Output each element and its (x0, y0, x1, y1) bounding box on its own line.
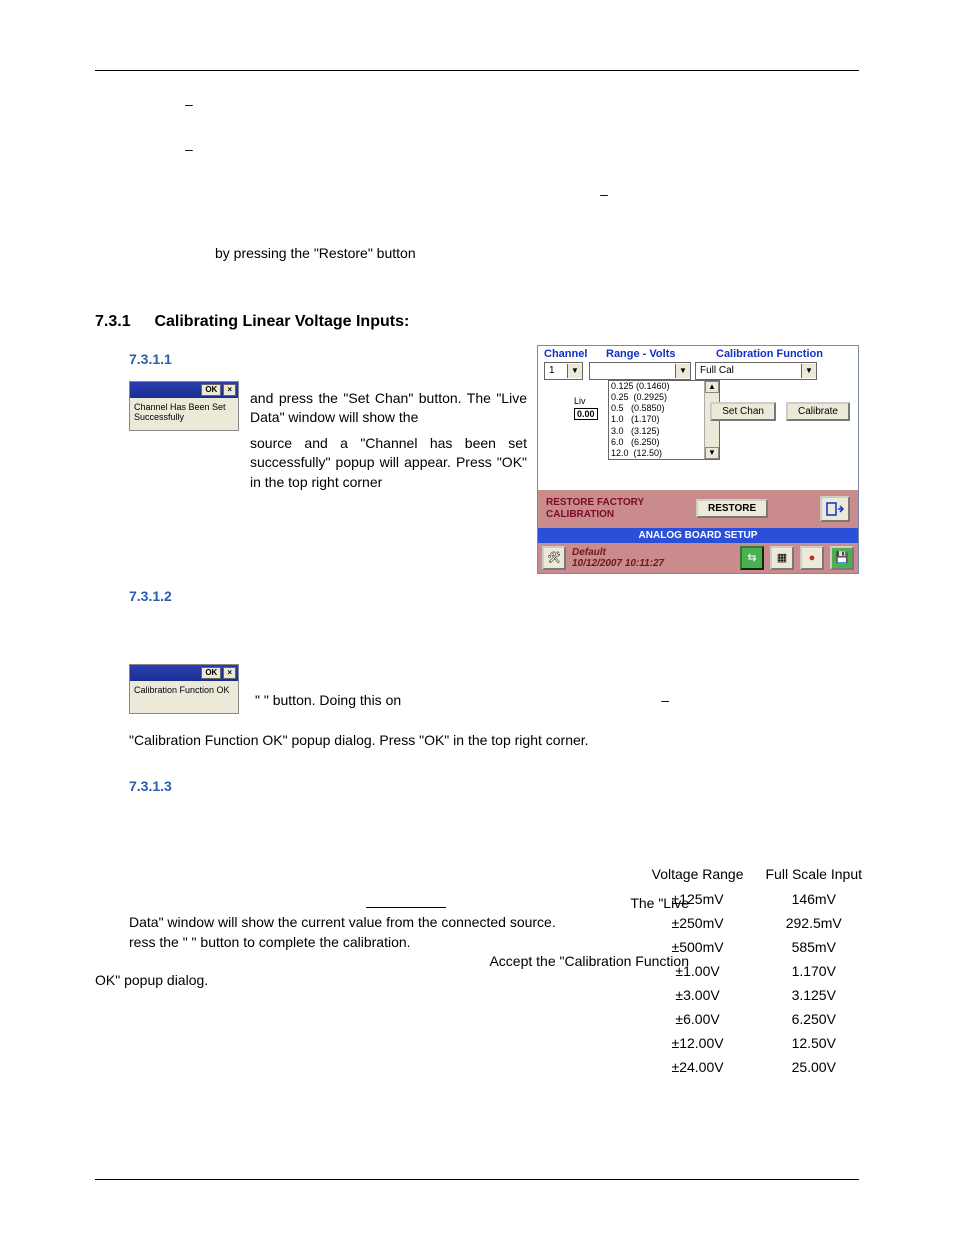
close-icon[interactable]: × (223, 667, 236, 679)
popup-set-success: OK × Channel Has Been Set Successfully (129, 381, 239, 431)
ok-button[interactable]: OK (201, 667, 221, 679)
step-text: "Calibration Function OK" popup dialog. … (129, 732, 859, 748)
channel-value: 1 (545, 365, 567, 376)
ok-icon[interactable]: ⇆ (740, 546, 764, 570)
bullet-dash: – (185, 96, 193, 112)
ok-button[interactable]: OK (201, 384, 221, 396)
tool-icon[interactable]: 🛠 (542, 546, 566, 570)
calibrate-button[interactable]: Calibrate (786, 402, 850, 421)
alert-icon[interactable]: ● (800, 546, 824, 570)
dash: – (661, 692, 669, 708)
table-header: Voltage Range (642, 862, 754, 886)
range-item[interactable]: 6.0 (6.250) (609, 437, 719, 448)
function-value: Full Cal (696, 365, 801, 376)
table-row: ±12.00V12.50V (642, 1032, 872, 1054)
voltage-table: Voltage Range Full Scale Input ±125mV146… (640, 860, 874, 1080)
grid-icon[interactable]: ▦ (770, 546, 794, 570)
range-item[interactable]: 1.0 (1.170) (609, 414, 719, 425)
set-chan-button[interactable]: Set Chan (710, 402, 776, 421)
section-title: Calibrating Linear Voltage Inputs: (154, 313, 409, 330)
table-row: ±1.00V1.170V (642, 960, 872, 982)
subsection-number: 7.3.1.3 (129, 778, 859, 794)
table-header: Full Scale Input (756, 862, 873, 886)
table-row: ±24.00V25.00V (642, 1056, 872, 1078)
range-item[interactable]: 0.5 (0.5850) (609, 403, 719, 414)
chevron-down-icon: ▼ (675, 364, 690, 378)
range-listbox[interactable]: 0.125 (0.1460) 0.25 (0.2925) 0.5 (0.5850… (608, 380, 720, 461)
popup-message: Channel Has Been Set Successfully (130, 398, 238, 430)
analog-setup-bar: ANALOG BOARD SETUP (538, 528, 858, 543)
channel-dropdown[interactable]: 1 ▼ (544, 362, 583, 380)
restore-factory-label: RESTORE FACTORY CALIBRATION (546, 497, 644, 520)
timestamp: 10/12/2007 10:11:27 (572, 558, 734, 569)
scroll-up-icon[interactable]: ▲ (705, 381, 719, 393)
step-text: " " button. Doing this on (255, 692, 401, 708)
live-label: Liv (574, 396, 598, 406)
mid-dash: – (600, 186, 608, 202)
col-function: Calibration Function (716, 348, 852, 360)
scroll-down-icon[interactable]: ▼ (705, 447, 719, 459)
table-row: ±6.00V6.250V (642, 1008, 872, 1030)
range-item[interactable]: 0.25 (0.2925) (609, 392, 719, 403)
close-icon[interactable]: × (223, 384, 236, 396)
range-item[interactable]: 12.0 (12.50) (609, 448, 719, 459)
popup-cal-ok: OK × Calibration Function OK (129, 664, 239, 714)
status-default: Default 10/12/2007 10:11:27 (572, 547, 734, 569)
range-item[interactable]: 3.0 (3.125) (609, 426, 719, 437)
save-icon[interactable]: 💾 (830, 546, 854, 570)
section-number: 7.3.1 (95, 313, 150, 331)
range-item[interactable]: 0.125 (0.1460) (609, 381, 719, 392)
exit-icon[interactable] (820, 496, 850, 522)
table-row: ±250mV292.5mV (642, 912, 872, 934)
restore-button[interactable]: RESTORE (696, 499, 768, 518)
section-heading: 7.3.1 Calibrating Linear Voltage Inputs: (95, 313, 859, 331)
table-row: ±125mV146mV (642, 888, 872, 910)
table-row: ±3.00V3.125V (642, 984, 872, 1006)
step-text: Accept the "Calibration Function (129, 952, 689, 972)
subsection-number: 7.3.1.2 (129, 588, 859, 604)
live-data-box: Liv 0.00 (574, 396, 598, 420)
bullet-dash: – (185, 141, 193, 157)
calibration-screenshot: Channel Range - Volts Calibration Functi… (537, 345, 859, 574)
table-row: ±500mV585mV (642, 936, 872, 958)
restore-text: by pressing the "Restore" button (215, 244, 859, 263)
chevron-down-icon: ▼ (801, 364, 816, 378)
range-dropdown[interactable]: ▼ (589, 362, 691, 380)
function-dropdown[interactable]: Full Cal ▼ (695, 362, 817, 380)
chevron-down-icon: ▼ (567, 364, 582, 378)
step-text: Data" window will show the current value… (129, 913, 629, 933)
popup-message: Calibration Function OK (130, 681, 238, 713)
live-value: 0.00 (574, 408, 598, 420)
col-range: Range - Volts (606, 348, 716, 360)
col-channel: Channel (544, 348, 606, 360)
step-text: ress the " " button to complete the cali… (129, 933, 629, 953)
blank-underline (366, 907, 446, 908)
